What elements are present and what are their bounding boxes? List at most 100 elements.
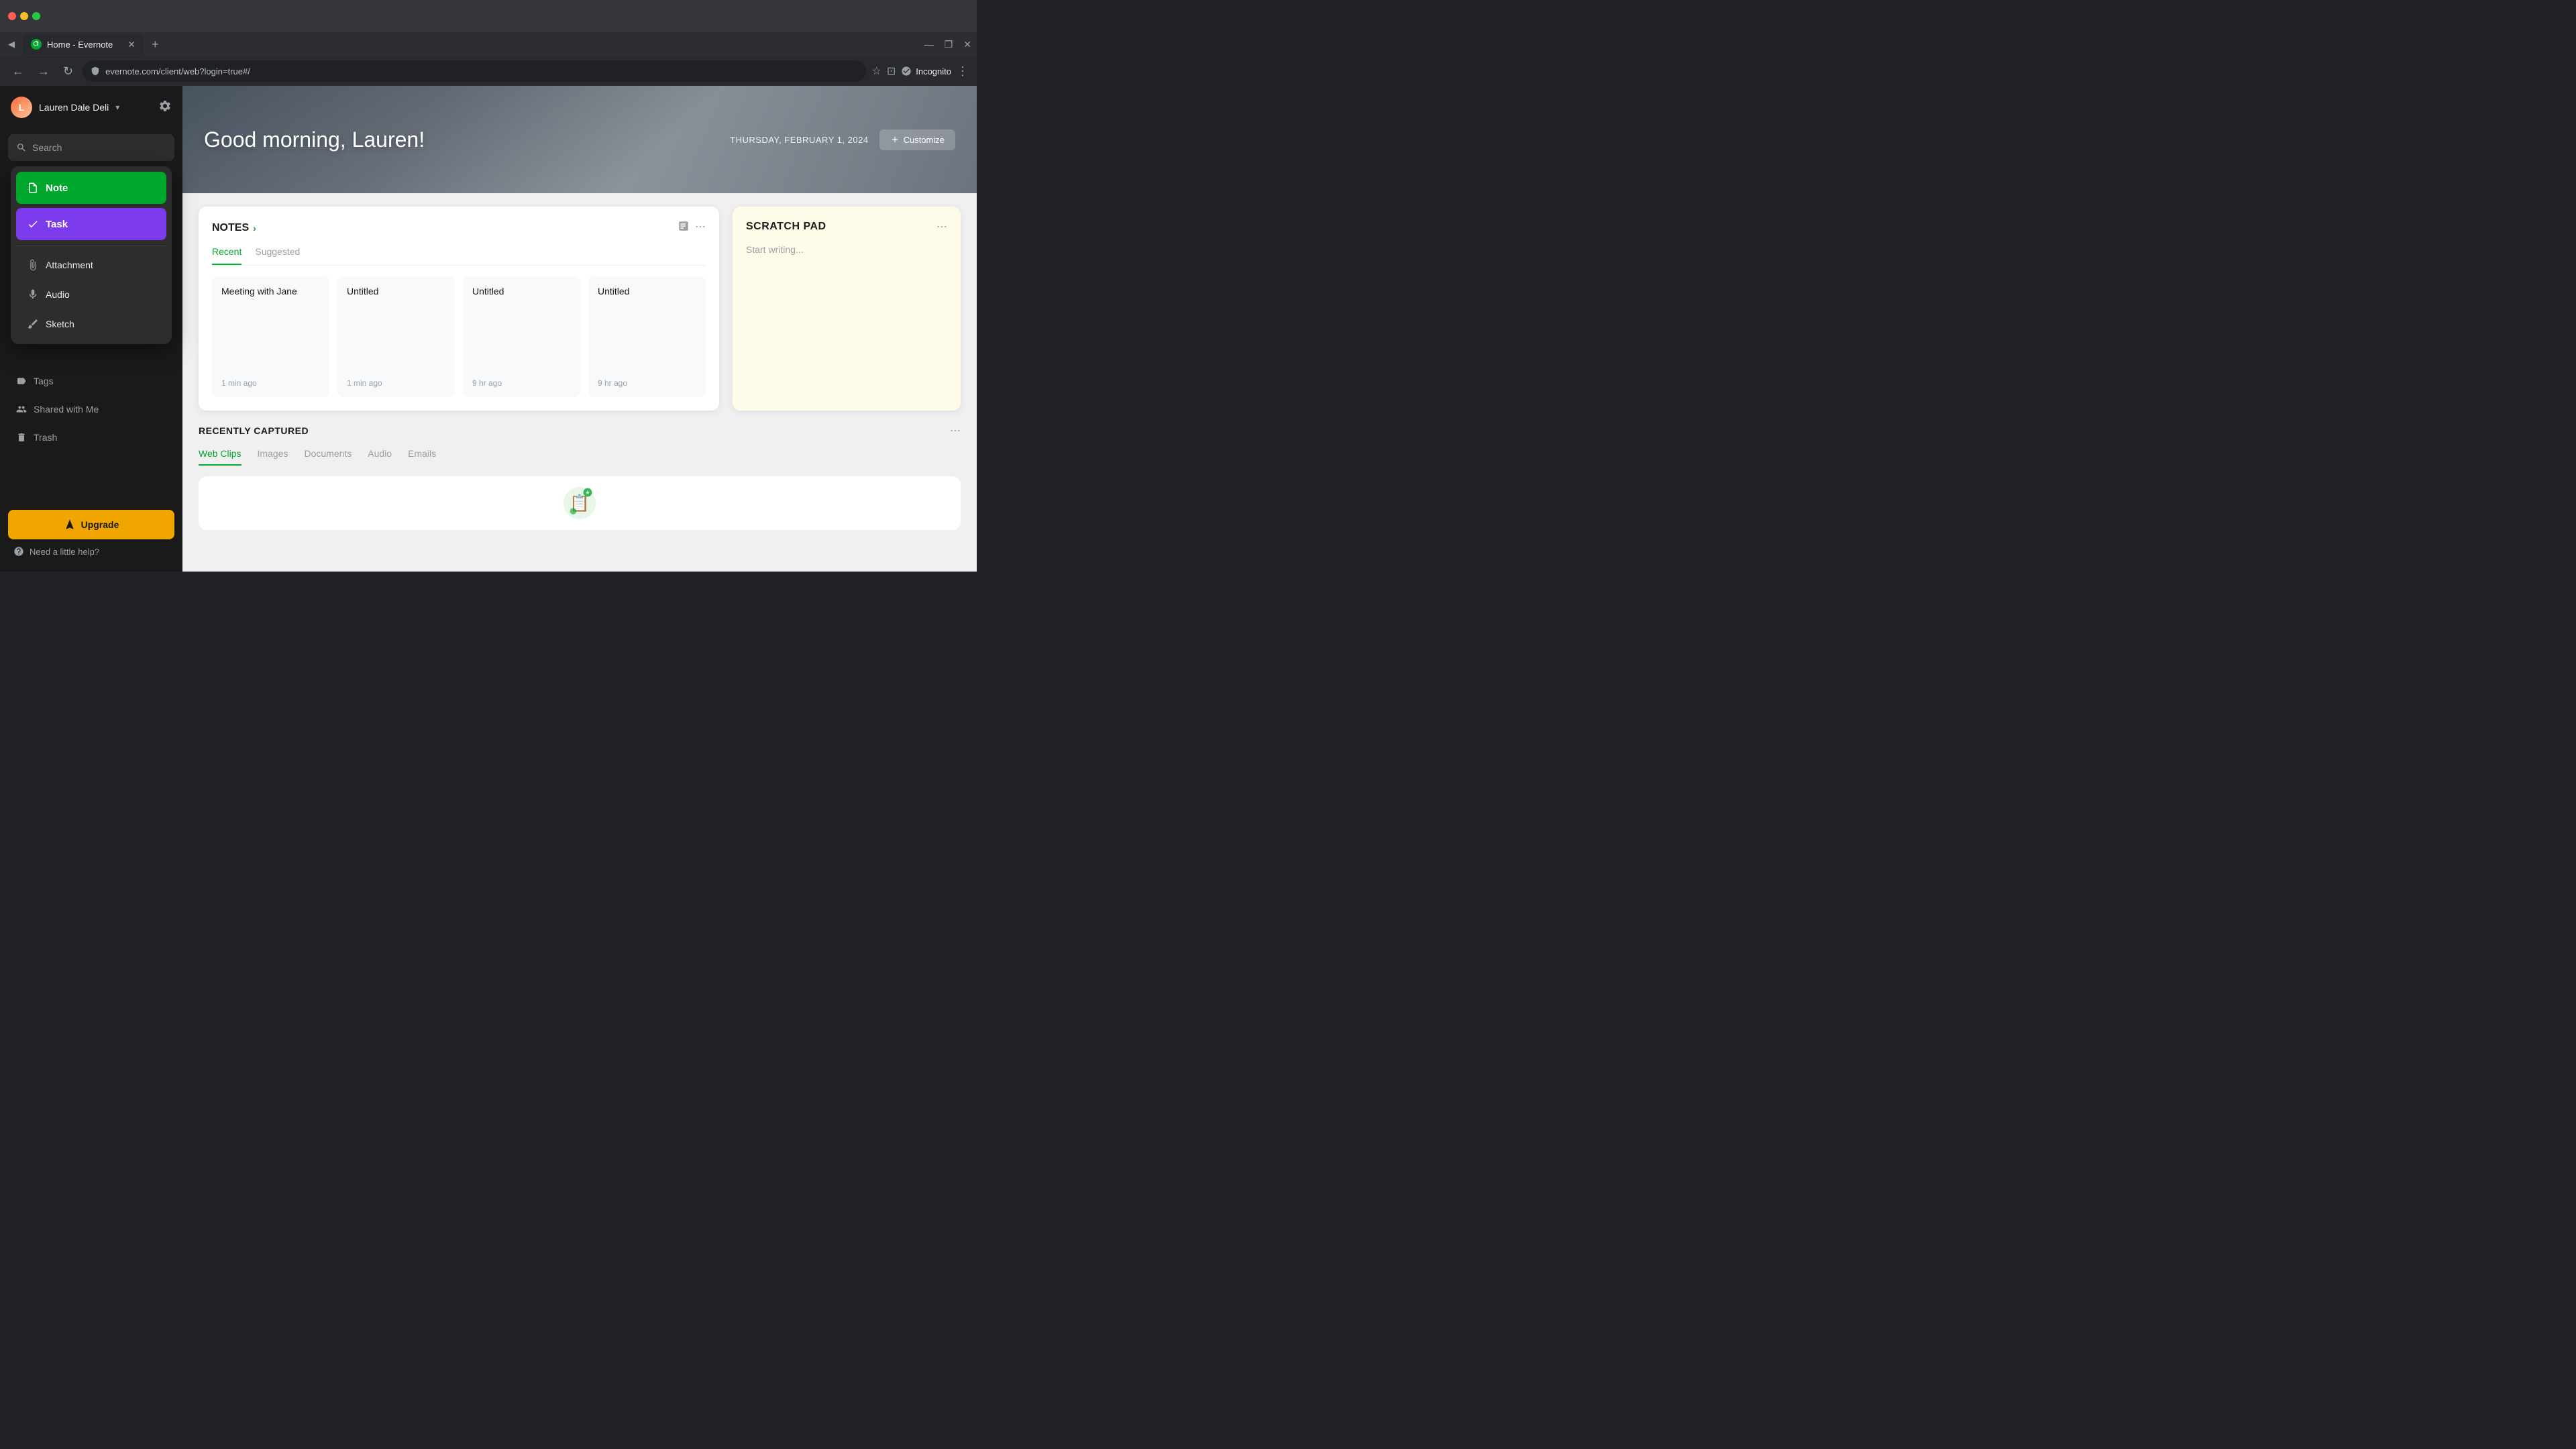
sidebar-nav: Tags Shared with Me Trash — [0, 361, 182, 502]
note-card-3[interactable]: Untitled 9 hr ago — [588, 276, 706, 397]
minimize-btn[interactable]: — — [924, 39, 934, 50]
task-btn-label: Task — [46, 219, 68, 230]
note-time-0: 1 min ago — [221, 378, 320, 388]
incognito-label: Incognito — [916, 66, 951, 76]
tab-evernote-home[interactable]: Home - Evernote ✕ — [23, 34, 144, 55]
notes-grid: Meeting with Jane 1 min ago Untitled 1 m… — [212, 276, 706, 397]
tag-icon — [16, 376, 27, 386]
nav-actions: ☆ ⊡ Incognito ⋮ — [871, 64, 969, 78]
help-label: Need a little help? — [30, 547, 99, 557]
sketch-btn-label: Sketch — [46, 319, 74, 329]
chevron-down-icon: ▾ — [115, 103, 119, 112]
main-content: Good morning, Lauren! THURSDAY, FEBRUARY… — [182, 86, 977, 572]
upgrade-btn[interactable]: Upgrade — [8, 510, 174, 539]
note-btn[interactable]: Note — [16, 172, 166, 204]
new-tab-btn[interactable]: + — [146, 35, 164, 54]
shared-icon — [16, 404, 27, 415]
sidebar-item-trash[interactable]: Trash — [5, 424, 177, 451]
note-card-2[interactable]: Untitled 9 hr ago — [463, 276, 580, 397]
back-btn[interactable]: ← — [8, 60, 28, 83]
close-window-btn[interactable] — [8, 12, 16, 20]
customize-icon — [890, 135, 900, 144]
recently-captured-more-btn[interactable]: ⋯ — [950, 424, 961, 437]
help-item[interactable]: Need a little help? — [8, 539, 174, 564]
tab-close-btn[interactable]: ✕ — [127, 39, 136, 50]
trash-label: Trash — [34, 432, 57, 443]
date-customize-area: THURSDAY, FEBRUARY 1, 2024 Customize — [730, 129, 955, 150]
scratch-pad-input[interactable]: Start writing... — [746, 244, 804, 255]
browser-window-controls — [0, 0, 977, 32]
notes-arrow-icon: › — [253, 223, 256, 233]
sketch-btn[interactable]: Sketch — [16, 309, 166, 339]
forward-btn[interactable]: → — [34, 60, 54, 83]
incognito-badge: Incognito — [901, 66, 951, 76]
recently-captured-title: RECENTLY CAPTURED — [199, 425, 309, 436]
username-label: Lauren Dale Deli — [39, 102, 109, 113]
secure-icon — [91, 66, 100, 76]
capture-tab-emails[interactable]: Emails — [408, 448, 436, 466]
attachment-icon — [27, 259, 39, 271]
sidebar-item-tags[interactable]: Tags — [5, 368, 177, 394]
notes-tabs: Recent Suggested — [212, 246, 706, 266]
capture-content-area: 📋 ★ — [199, 476, 961, 530]
capture-tab-audio[interactable]: Audio — [368, 448, 392, 466]
notes-title: NOTES — [212, 222, 249, 234]
tab-favicon — [31, 39, 42, 50]
sketch-icon — [27, 318, 39, 330]
reload-btn[interactable]: ↻ — [59, 60, 77, 83]
note-title-2: Untitled — [472, 286, 571, 297]
more-menu-btn[interactable]: ⋮ — [957, 64, 969, 78]
shared-label: Shared with Me — [34, 404, 99, 415]
note-title-3: Untitled — [598, 286, 696, 297]
customize-btn[interactable]: Customize — [879, 129, 955, 150]
settings-btn[interactable] — [158, 99, 172, 116]
restore-btn[interactable]: ❐ — [945, 39, 953, 50]
reader-btn[interactable]: ⊡ — [887, 64, 896, 78]
upgrade-icon — [64, 519, 76, 531]
maximize-window-btn[interactable] — [32, 12, 40, 20]
note-card-1[interactable]: Untitled 1 min ago — [337, 276, 455, 397]
nav-bar: ← → ↻ evernote.com/client/web?login=true… — [0, 56, 977, 86]
minimize-window-btn[interactable] — [20, 12, 28, 20]
hero-section: Good morning, Lauren! THURSDAY, FEBRUARY… — [182, 86, 977, 193]
sidebar-item-shared[interactable]: Shared with Me — [5, 396, 177, 423]
sidebar-footer: Upgrade Need a little help? — [0, 502, 182, 572]
back-history-btn[interactable]: ◀ — [5, 36, 17, 52]
new-item-dropdown: Note Task Attachment Audio Sketch — [11, 166, 172, 344]
audio-icon — [27, 288, 39, 301]
scratch-pad-more-btn[interactable]: ⋯ — [936, 220, 947, 233]
search-bar[interactable]: Search — [8, 134, 174, 161]
svg-text:★: ★ — [585, 489, 590, 495]
tab-title: Home - Evernote — [47, 40, 113, 50]
customize-label: Customize — [904, 135, 945, 145]
search-icon — [16, 142, 27, 153]
capture-tab-webclips[interactable]: Web Clips — [199, 448, 241, 466]
task-btn[interactable]: Task — [16, 208, 166, 240]
notes-card-header: NOTES › ⋯ — [212, 220, 706, 235]
attachment-btn[interactable]: Attachment — [16, 250, 166, 280]
note-card-0[interactable]: Meeting with Jane 1 min ago — [212, 276, 329, 397]
greeting-text: Good morning, Lauren! — [204, 127, 425, 152]
user-profile[interactable]: L Lauren Dale Deli ▾ — [11, 97, 119, 118]
bookmark-btn[interactable]: ☆ — [871, 64, 881, 78]
address-bar[interactable]: evernote.com/client/web?login=true#/ — [83, 60, 866, 82]
note-time-1: 1 min ago — [347, 378, 445, 388]
notes-more-btn[interactable]: ⋯ — [695, 220, 706, 235]
help-icon — [13, 546, 24, 557]
tags-label: Tags — [34, 376, 54, 386]
attachment-btn-label: Attachment — [46, 260, 93, 270]
capture-tab-documents[interactable]: Documents — [304, 448, 352, 466]
empty-state-illustration: 📋 ★ — [553, 476, 606, 530]
audio-btn[interactable]: Audio — [16, 280, 166, 309]
avatar: L — [11, 97, 32, 118]
tab-recent[interactable]: Recent — [212, 246, 241, 265]
sidebar: L Lauren Dale Deli ▾ Search Note Task — [0, 86, 182, 572]
notes-add-btn[interactable] — [678, 220, 690, 235]
date-display: THURSDAY, FEBRUARY 1, 2024 — [730, 135, 868, 145]
close-btn[interactable]: ✕ — [963, 39, 971, 50]
notes-title-link[interactable]: NOTES › — [212, 222, 256, 234]
note-title-0: Meeting with Jane — [221, 286, 320, 297]
app-container: L Lauren Dale Deli ▾ Search Note Task — [0, 86, 977, 572]
tab-suggested[interactable]: Suggested — [255, 246, 300, 265]
capture-tab-images[interactable]: Images — [258, 448, 288, 466]
